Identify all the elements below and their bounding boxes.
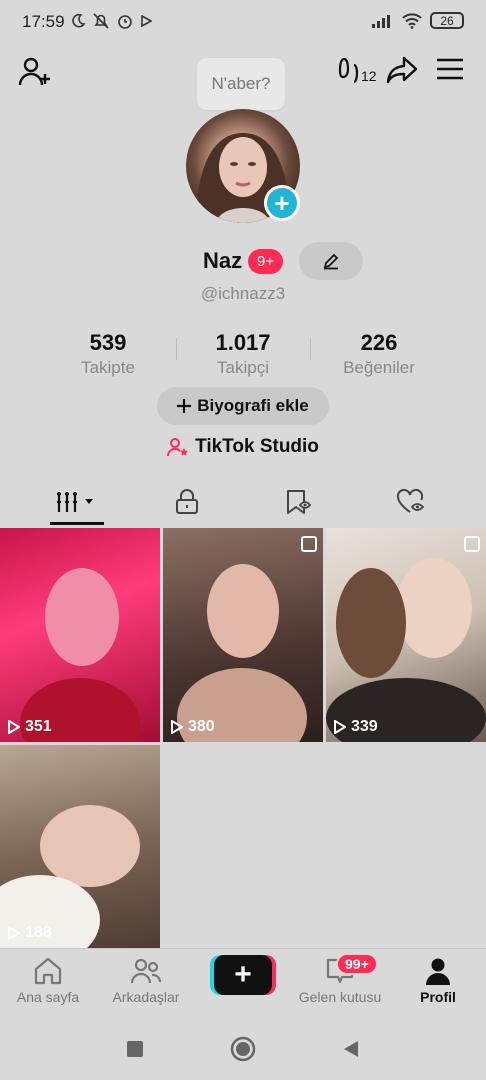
name-badge[interactable]: 9+: [248, 249, 284, 274]
view-count: 339: [334, 718, 378, 736]
stat-likes[interactable]: 226 Beğeniler: [314, 330, 444, 378]
active-tab-indicator: [50, 522, 104, 525]
nav-home[interactable]: Ana sayfa: [0, 957, 98, 1005]
video-thumbnail[interactable]: 351: [0, 528, 160, 742]
nav-profile-label: Profil: [420, 989, 456, 1005]
stat-value: 1.017: [215, 330, 271, 355]
edit-profile-button[interactable]: [299, 242, 363, 280]
lock-icon: [175, 489, 198, 514]
add-bio-label: Biyografi ekle: [197, 396, 309, 415]
view-count-value: 339: [351, 718, 378, 735]
stat-value: 226: [360, 330, 398, 355]
nav-profile[interactable]: Profil: [388, 957, 486, 1005]
thumbnail-face: [45, 568, 119, 666]
recents-square-icon[interactable]: [126, 1040, 144, 1058]
thumbnail-face: [396, 558, 472, 658]
moon-icon: [72, 13, 86, 28]
stat-label: Takipçi: [217, 358, 269, 377]
video-thumbnail[interactable]: 380: [163, 528, 323, 742]
hamburger-menu-icon: [437, 58, 463, 80]
add-story-button[interactable]: +: [264, 185, 300, 221]
system-nav: [0, 1017, 486, 1080]
thumbnail-hair: [336, 568, 406, 678]
play-icon: [8, 720, 20, 734]
stat-following[interactable]: 539 Takipte: [43, 330, 173, 378]
plus-icon: +: [234, 958, 252, 991]
view-count: 351: [8, 718, 52, 736]
alarm-icon: [118, 15, 132, 29]
pinned-icon: [464, 536, 480, 552]
video-thumbnail[interactable]: 339: [326, 528, 486, 742]
notes-count: 12: [361, 68, 377, 84]
creator-star-icon: [167, 438, 189, 457]
tab-private[interactable]: [126, 482, 247, 522]
add-friend-button[interactable]: [18, 56, 52, 88]
profile-name: Naz: [203, 248, 243, 273]
liked-heart-icon: [396, 489, 424, 513]
plus-icon: [177, 399, 192, 413]
tiktok-studio-label: TikTok Studio: [195, 436, 319, 457]
view-count: 188: [8, 924, 52, 942]
share-arrow-icon: [386, 56, 418, 84]
play-icon: [8, 926, 20, 940]
signal-icon: [372, 14, 390, 28]
stat-divider: [310, 338, 311, 360]
back-triangle-icon[interactable]: [342, 1039, 360, 1059]
video-thumbnail[interactable]: 188: [0, 745, 160, 948]
stat-followers[interactable]: 1.017 Takipçi: [178, 330, 308, 378]
notes-button[interactable]: 12: [338, 56, 377, 86]
inbox-badge: 99+: [336, 953, 378, 975]
add-bio-button[interactable]: Biyografi ekle: [157, 387, 329, 425]
view-count: 380: [171, 718, 215, 736]
bottom-nav: Ana sayfa Arkadaşlar + Gelen kutusu 99+ …: [0, 948, 486, 1016]
mute-bell-icon: [93, 13, 109, 29]
status-icons: [70, 12, 152, 30]
pinned-icon: [301, 536, 317, 552]
tiktok-studio-link[interactable]: TikTok Studio: [0, 436, 486, 458]
home-circle-icon[interactable]: [230, 1036, 256, 1062]
tab-saved[interactable]: [238, 482, 359, 522]
stat-label: Beğeniler: [343, 358, 415, 377]
add-person-icon: [18, 57, 50, 86]
create-button[interactable]: +: [214, 955, 272, 995]
home-icon: [34, 957, 62, 985]
play-icon: [334, 720, 346, 734]
status-time: 17:59: [22, 12, 65, 31]
bookmark-icon: [286, 490, 311, 514]
status-right: 26: [372, 12, 464, 29]
wifi-icon: [402, 12, 422, 29]
tab-liked[interactable]: [350, 482, 471, 522]
play-store-icon: [141, 15, 152, 27]
thumbnail-face: [40, 805, 140, 887]
stat-divider: [176, 338, 177, 360]
stat-value: 539: [89, 330, 127, 355]
profile-icon: [426, 958, 450, 985]
battery-indicator: 26: [430, 12, 464, 29]
tab-videos[interactable]: [16, 482, 137, 522]
plus-icon: +: [274, 188, 290, 218]
note-bubble[interactable]: N'aber?: [197, 58, 285, 110]
videos-grid-icon: [56, 492, 93, 512]
view-count-value: 351: [25, 718, 52, 735]
nav-home-label: Ana sayfa: [16, 989, 80, 1005]
nav-inbox-label: Gelen kutusu: [298, 989, 382, 1005]
nav-friends[interactable]: Arkadaşlar: [96, 957, 196, 1005]
nav-friends-label: Arkadaşlar: [112, 989, 180, 1005]
view-count-value: 188: [25, 924, 52, 941]
view-count-value: 380: [188, 718, 215, 735]
friends-icon: [130, 958, 162, 984]
stat-label: Takipte: [81, 358, 135, 377]
pencil-icon: [323, 253, 339, 270]
footprints-icon: [338, 57, 359, 84]
share-profile-button[interactable]: [386, 56, 418, 84]
menu-button[interactable]: [436, 58, 464, 80]
play-icon: [171, 720, 183, 734]
profile-handle: @ichnazz3: [200, 284, 286, 303]
thumbnail-face: [207, 564, 279, 658]
